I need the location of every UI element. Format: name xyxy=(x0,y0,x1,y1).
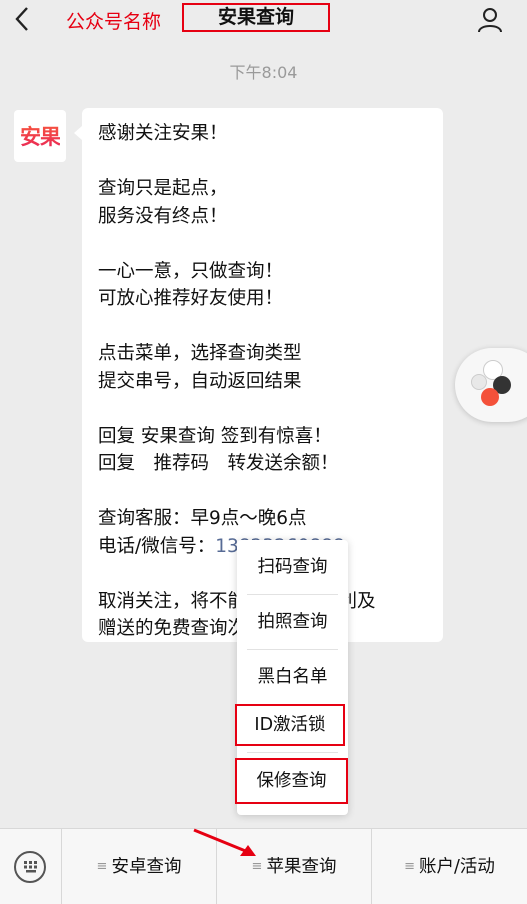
keyboard-icon xyxy=(14,851,46,883)
menu-tab-label: 安卓查询 xyxy=(111,857,182,877)
message-line: 查询只是起点， xyxy=(98,178,228,199)
page-title: 安果查询 xyxy=(182,3,330,32)
menu-lines-icon: ≡ xyxy=(96,859,108,874)
submenu-item-warranty[interactable]: 保修查询 xyxy=(235,758,348,804)
message-line: 提交串号，自动返回结果 xyxy=(98,370,302,392)
floating-action-button[interactable] xyxy=(455,348,527,422)
message-line: 查询客服：早9点～晚6点 xyxy=(98,508,307,529)
message-line: 感谢关注安果！ xyxy=(98,123,228,144)
menu-lines-icon: ≡ xyxy=(404,859,415,874)
message-line: 回复 安果查询 签到有惊喜！ xyxy=(98,425,332,447)
message-line: 回复 推荐码 转发送余额！ xyxy=(98,453,339,474)
submenu-item-activation-lock[interactable]: ID激活锁 xyxy=(235,704,345,746)
message-line: 一心一意，只做查询！ xyxy=(98,260,284,282)
menu-tab-label: 账户/活动 xyxy=(419,857,495,877)
message-line: 点击菜单，选择查询类型 xyxy=(98,343,302,364)
header: 公众号名称 安果查询 xyxy=(0,0,527,44)
message-line: 服务没有终点！ xyxy=(98,205,228,227)
avatar[interactable]: 安果 xyxy=(14,110,66,162)
annotation-arrow-icon xyxy=(193,828,256,856)
submenu-popup: 扫码查询 拍照查询 黑白名单 ID激活锁 保修查询 xyxy=(235,540,348,815)
bottom-menu-bar: ≡ 安卓查询 ≡ 苹果查询 ≡ 账户/活动 xyxy=(0,828,527,904)
phone-label: 电话/微信号： xyxy=(98,535,216,557)
account-name-annotation: 公众号名称 xyxy=(66,11,162,33)
submenu-item-scan[interactable]: 扫码查询 xyxy=(237,540,348,594)
keyboard-toggle-button[interactable] xyxy=(0,829,62,904)
menu-tab-label: 苹果查询 xyxy=(266,857,337,877)
menu-tab-account[interactable]: ≡ 账户/活动 xyxy=(372,829,527,904)
message-timestamp: 下午8:04 xyxy=(229,63,298,82)
menu-lines-icon: ≡ xyxy=(251,859,263,874)
submenu-item-photo[interactable]: 拍照查询 xyxy=(237,595,348,649)
person-icon[interactable] xyxy=(476,6,504,34)
message-line: 可放心推荐好友使用！ xyxy=(98,288,284,309)
floating-circle-icon xyxy=(481,388,499,406)
avatar-logo-text: 安果 xyxy=(20,121,61,151)
submenu-item-blacklist[interactable]: 黑白名单 xyxy=(237,650,348,704)
back-icon[interactable] xyxy=(14,6,38,34)
